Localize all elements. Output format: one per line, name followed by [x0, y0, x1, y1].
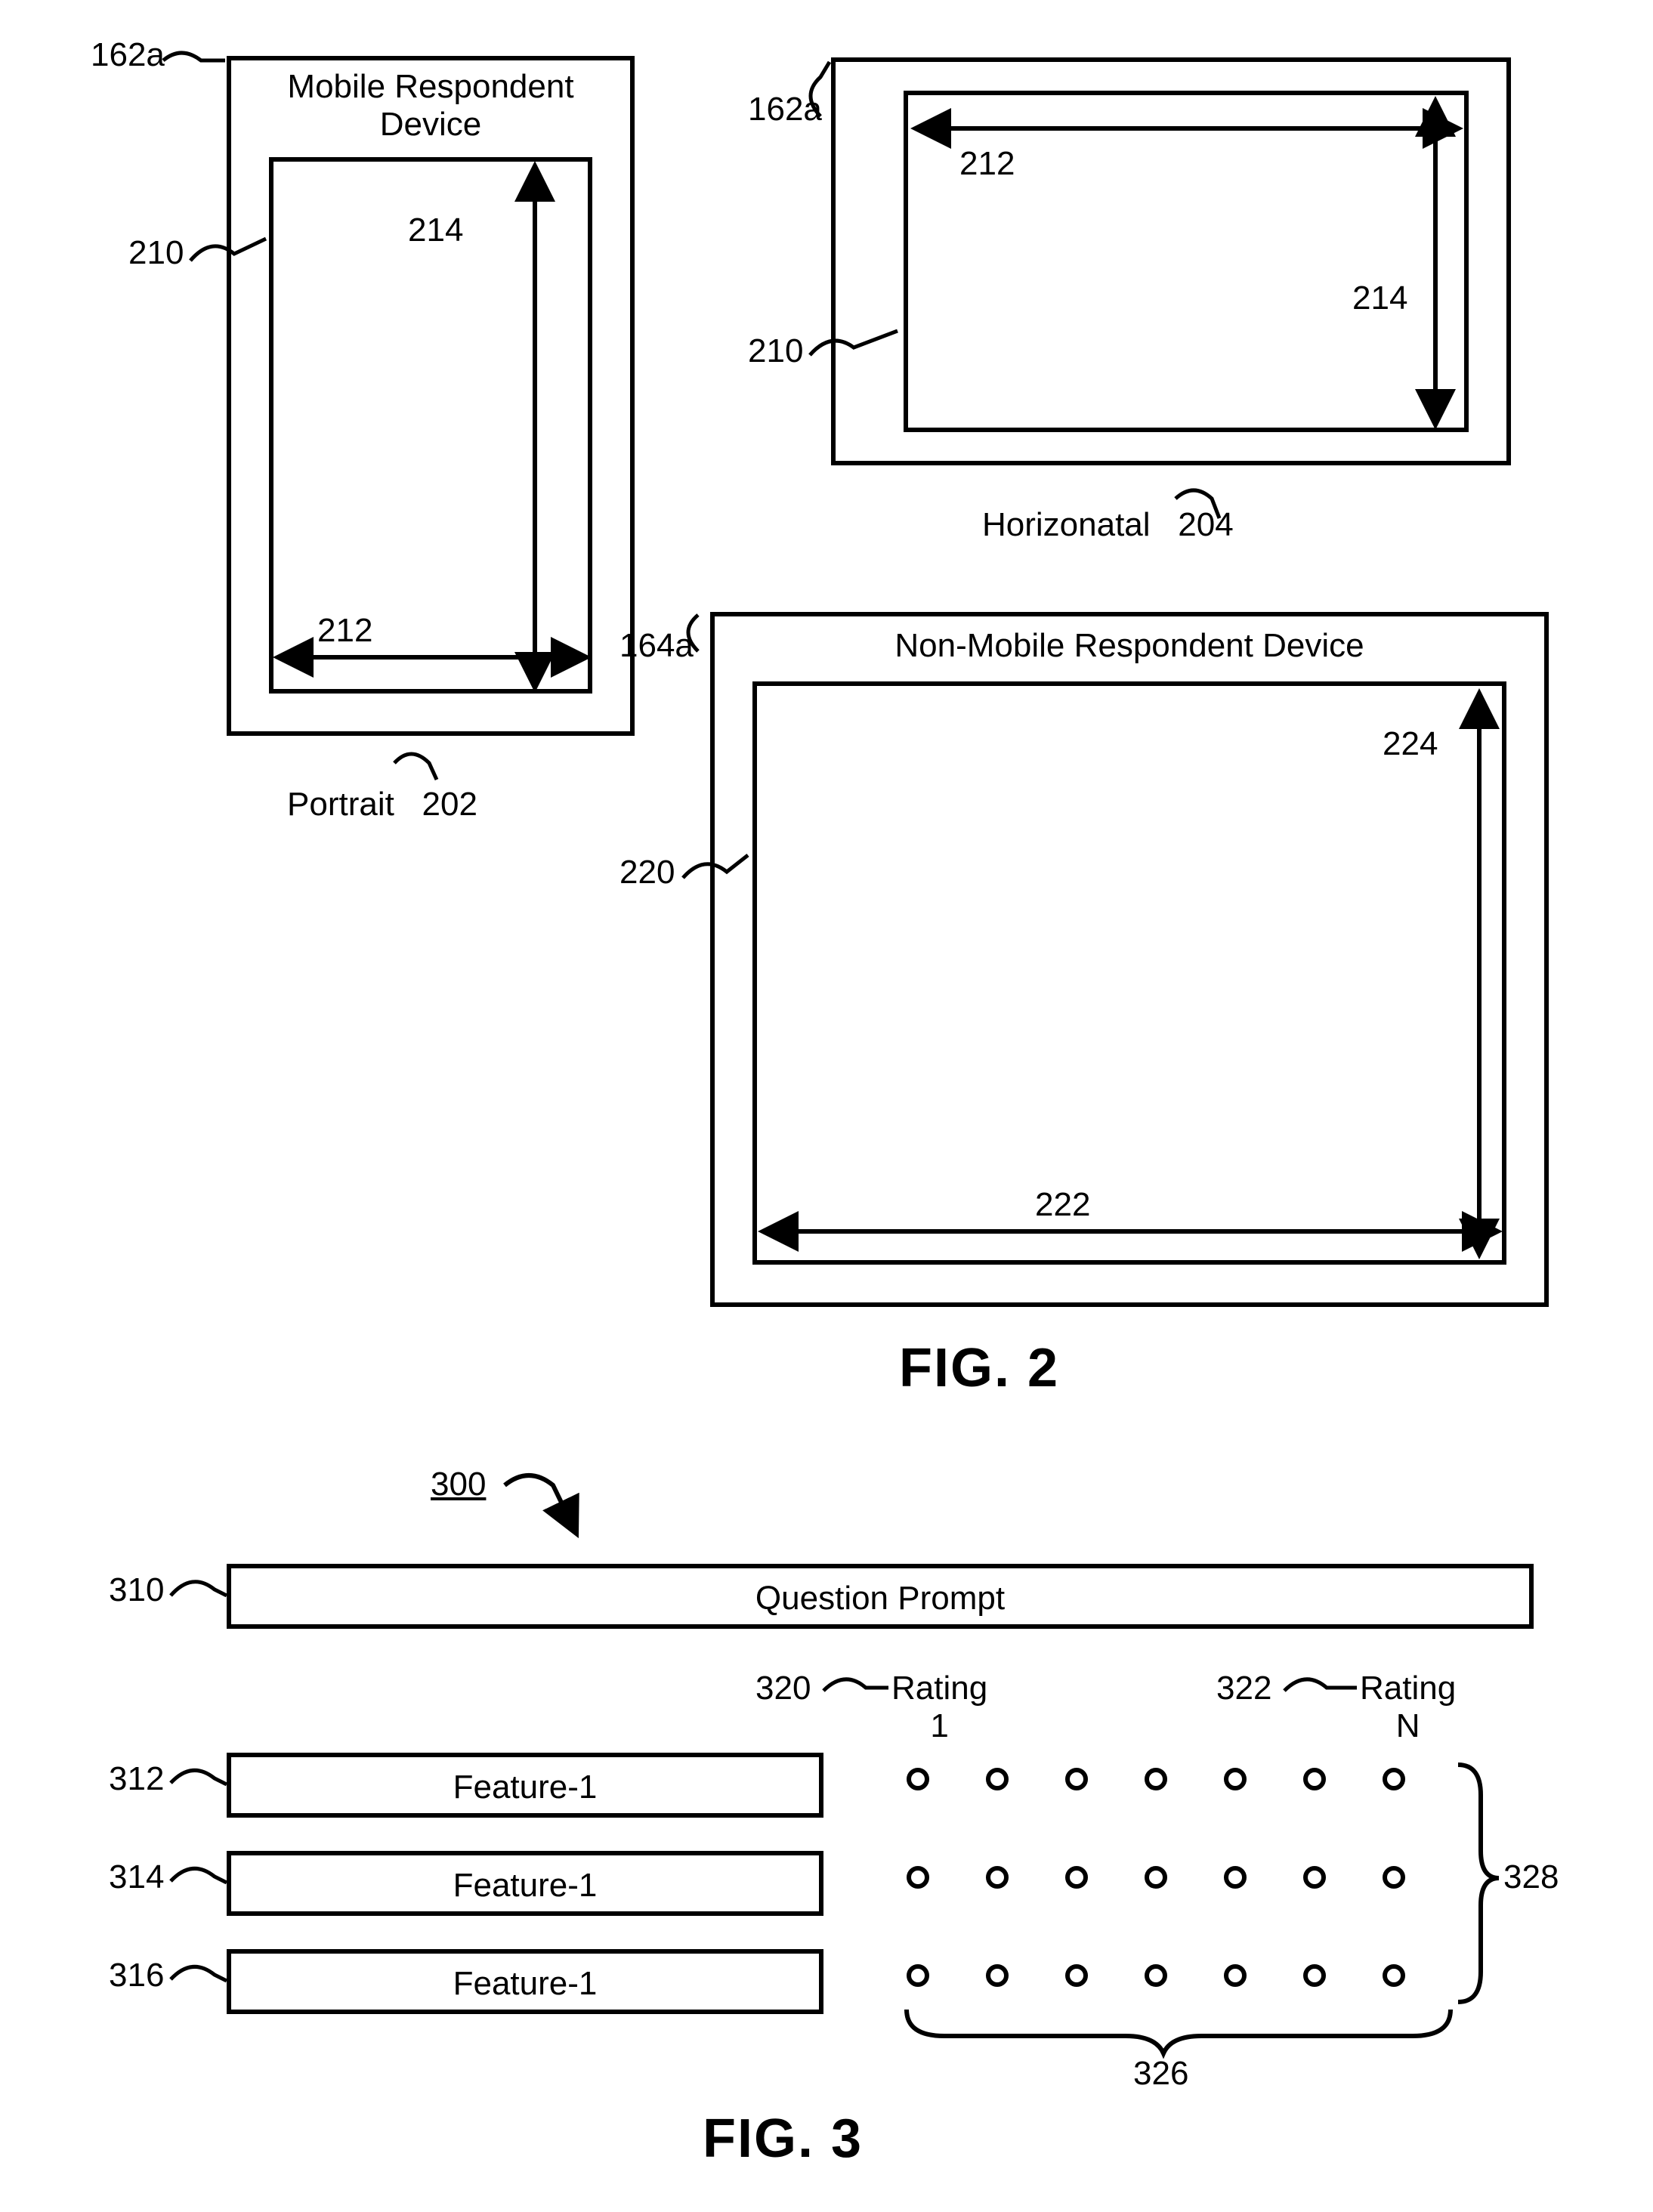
ref-210-horizontal: 210: [748, 332, 803, 370]
question-prompt-label: Question Prompt: [755, 1580, 1005, 1617]
portrait-caption-label: Portrait: [287, 786, 394, 823]
feature2-label: Feature-1: [453, 1867, 598, 1904]
ref-224-nonmobile: 224: [1383, 725, 1438, 763]
horizontal-caption-label: Horizonatal: [982, 506, 1151, 543]
radio-2-3[interactable]: [1065, 1866, 1088, 1889]
radio-3-1[interactable]: [907, 1964, 929, 1987]
ref-312: 312: [109, 1760, 164, 1798]
ref-162a-horizontal: 162a: [748, 91, 822, 128]
radio-3-2[interactable]: [986, 1964, 1009, 1987]
radio-1-1[interactable]: [907, 1768, 929, 1790]
ref-210-portrait: 210: [128, 234, 184, 272]
radio-1-3[interactable]: [1065, 1768, 1088, 1790]
ref-220-nonmobile: 220: [619, 854, 675, 891]
horizontal-caption-num: 204: [1178, 506, 1233, 543]
ref-164a-nonmobile: 164a: [619, 627, 694, 665]
ref-328: 328: [1503, 1858, 1559, 1896]
mobile-horizontal-outer-frame: [831, 57, 1511, 465]
radio-1-4[interactable]: [1145, 1768, 1167, 1790]
radio-1-6[interactable]: [1303, 1768, 1326, 1790]
radio-1-2[interactable]: [986, 1768, 1009, 1790]
nonmobile-inner-frame: [752, 681, 1506, 1265]
leader-310: [171, 1582, 227, 1596]
ref-212-portrait: 212: [317, 612, 372, 650]
feature3-label: Feature-1: [453, 1965, 598, 2002]
leader-312: [171, 1770, 227, 1784]
leader-322: [1284, 1679, 1357, 1691]
radio-row-1: [907, 1768, 1405, 1790]
radio-row-3: [907, 1964, 1405, 1987]
radio-2-5[interactable]: [1224, 1866, 1247, 1889]
radio-1-7[interactable]: [1383, 1768, 1405, 1790]
arrow-300: [505, 1475, 576, 1532]
mobile-horizontal-inner-frame: [904, 91, 1469, 432]
feature-row-1: Feature-1: [227, 1753, 823, 1818]
mobile-portrait-title-line2: Device: [231, 106, 630, 144]
feature-row-3: Feature-1: [227, 1949, 823, 2014]
rating1-top: Rating: [891, 1670, 987, 1707]
ref-320: 320: [755, 1670, 811, 1707]
mobile-horizontal-caption: Horizonatal 204: [982, 506, 1234, 544]
portrait-caption-num: 202: [422, 786, 477, 823]
ref-316: 316: [109, 1957, 164, 1994]
radio-2-4[interactable]: [1145, 1866, 1167, 1889]
fig2-title: FIG. 2: [899, 1337, 1059, 1399]
ref-214-portrait: 214: [408, 212, 463, 249]
feature-row-2: Feature-1: [227, 1851, 823, 1916]
ref-162a-portrait: 162a: [91, 36, 165, 74]
mobile-portrait-outer-frame: Mobile Respondent Device: [227, 56, 635, 736]
rating1-label: Rating 1: [891, 1670, 987, 1745]
ref-326: 326: [1133, 2055, 1188, 2093]
radio-2-2[interactable]: [986, 1866, 1009, 1889]
leader-316: [171, 1966, 227, 1981]
ref-322: 322: [1216, 1670, 1271, 1707]
ref-212-horizontal: 212: [959, 145, 1015, 183]
feature1-label: Feature-1: [453, 1769, 598, 1806]
radio-2-1[interactable]: [907, 1866, 929, 1889]
radio-2-7[interactable]: [1383, 1866, 1405, 1889]
leader-314: [171, 1868, 227, 1883]
radio-3-3[interactable]: [1065, 1964, 1088, 1987]
radio-3-4[interactable]: [1145, 1964, 1167, 1987]
ratingN-bot: N: [1360, 1707, 1456, 1745]
brace-326: [907, 2010, 1451, 2053]
rating-radio-grid: [907, 1768, 1405, 1987]
squiggle-202: [394, 754, 437, 780]
leader-320: [823, 1679, 888, 1691]
radio-3-5[interactable]: [1224, 1964, 1247, 1987]
ref-300: 300: [431, 1466, 486, 1503]
ref-314: 314: [109, 1858, 164, 1896]
leader-162a-portrait: [163, 53, 225, 60]
rating1-bot: 1: [891, 1707, 987, 1745]
ref-310: 310: [109, 1571, 164, 1609]
radio-2-6[interactable]: [1303, 1866, 1326, 1889]
ref-214-horizontal: 214: [1352, 280, 1407, 317]
nonmobile-outer-frame: Non-Mobile Respondent Device: [710, 612, 1549, 1307]
fig3-title: FIG. 3: [703, 2108, 863, 2170]
ratingN-top: Rating: [1360, 1670, 1456, 1707]
radio-3-7[interactable]: [1383, 1964, 1405, 1987]
mobile-portrait-title-line1: Mobile Respondent: [231, 68, 630, 106]
radio-3-6[interactable]: [1303, 1964, 1326, 1987]
radio-1-5[interactable]: [1224, 1768, 1247, 1790]
radio-row-2: [907, 1866, 1405, 1889]
mobile-portrait-caption: Portrait 202: [287, 786, 477, 823]
ratingN-label: Rating N: [1360, 1670, 1456, 1745]
question-prompt-box: Question Prompt: [227, 1564, 1534, 1629]
brace-328: [1458, 1765, 1499, 2002]
nonmobile-title: Non-Mobile Respondent Device: [715, 627, 1544, 665]
ref-222-nonmobile: 222: [1035, 1186, 1090, 1224]
